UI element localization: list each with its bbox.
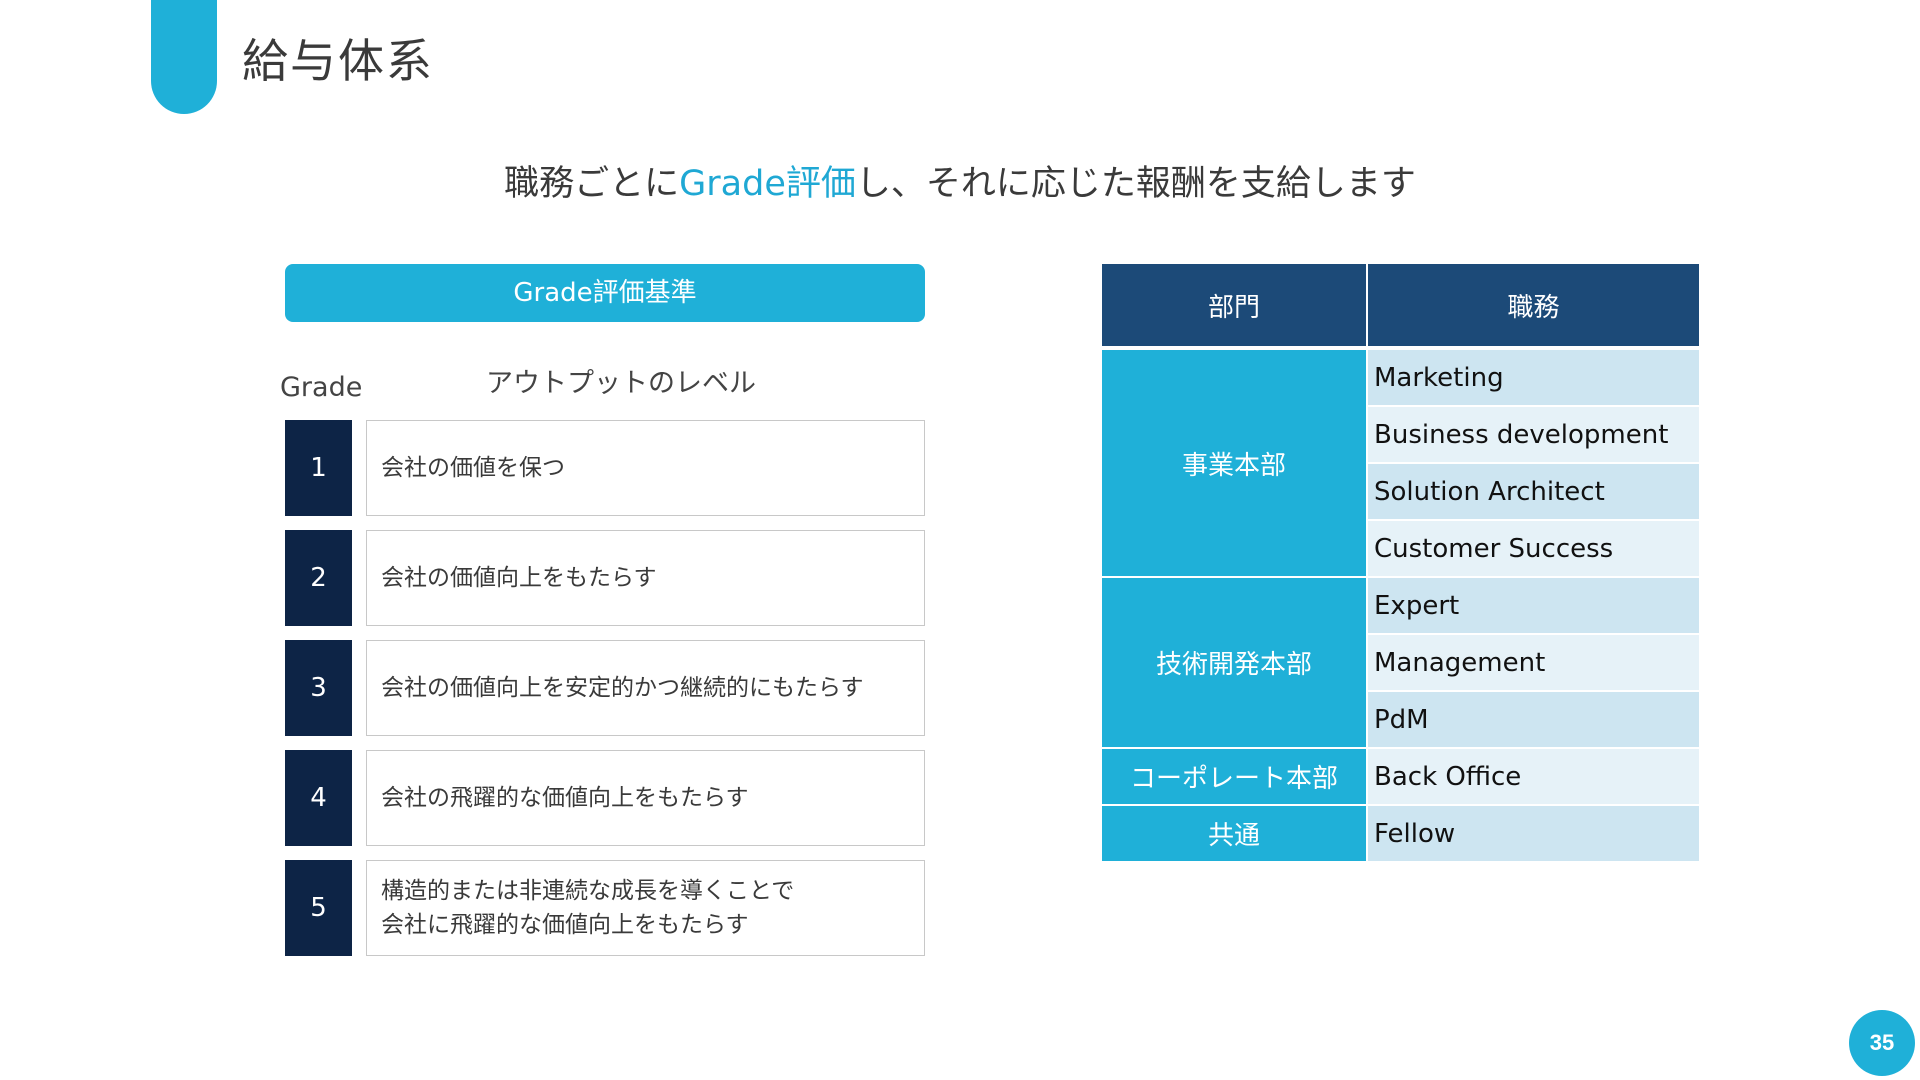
grade-description-line: 会社の価値向上を安定的かつ継続的にもたらす: [381, 675, 864, 701]
page-subtitle: 職務ごとにGrade評価し、それに応じた報酬を支給します: [0, 158, 1920, 210]
grade-row: 2 会社の価値向上をもたらす: [285, 530, 926, 626]
department-cell: 技術開発本部: [1102, 578, 1368, 749]
grade-criteria-header: Grade評価基準: [285, 264, 925, 322]
subtitle-highlight: Grade評価: [679, 164, 856, 204]
grade-description: 会社の価値向上を安定的かつ継続的にもたらす: [366, 640, 925, 736]
subtitle-text-before: 職務ごとに: [504, 164, 680, 204]
job-cell: Business development: [1368, 407, 1699, 464]
grade-list: 1 会社の価値を保つ 2 会社の価値向上をもたらす 3 会社の価値向上を安定的かつ継続的に…: [285, 420, 926, 970]
subtitle-text-after: し、それに応じた報酬を支給します: [855, 164, 1416, 204]
grade-description: 構造的または非連続な成長を導くことで 会社に飛躍的な価値向上をもたらす: [366, 860, 925, 956]
grade-row: 1 会社の価値を保つ: [285, 420, 926, 516]
page-title: 給与体系: [242, 34, 434, 88]
job-cell: Customer Success: [1368, 521, 1699, 578]
table-header-row: 部門 職務: [1102, 264, 1699, 346]
grade-description-line: 構造的または非連続な成長を導くことで: [381, 878, 795, 904]
job-cell: Management: [1368, 635, 1699, 692]
output-level-column-label: アウトプットのレベル: [486, 368, 756, 399]
department-cell: 事業本部: [1102, 350, 1368, 578]
department-cell: 共通: [1102, 806, 1368, 863]
table-row: 共通 Fellow: [1102, 806, 1699, 863]
department-header: 部門: [1102, 264, 1368, 346]
title-accent-tab: [151, 0, 217, 114]
job-header: 職務: [1368, 264, 1699, 346]
job-cell: Back Office: [1368, 749, 1699, 806]
job-cell: Fellow: [1368, 806, 1699, 863]
grade-description-line: 会社の価値を保つ: [381, 455, 565, 481]
grade-number: 4: [285, 750, 352, 846]
grade-description-line: 会社の飛躍的な価値向上をもたらす: [381, 785, 749, 811]
department-cell: コーポレート本部: [1102, 749, 1368, 806]
table-row: 技術開発本部 Expert: [1102, 578, 1699, 749]
grade-column-label: Grade: [280, 372, 363, 403]
job-cell: Solution Architect: [1368, 464, 1699, 521]
grade-row: 3 会社の価値向上を安定的かつ継続的にもたらす: [285, 640, 926, 736]
grade-number: 3: [285, 640, 352, 736]
grade-number: 5: [285, 860, 352, 956]
department-role-table: 部門 職務 事業本部 Marketing Business development S…: [1102, 264, 1699, 863]
job-cell: Expert: [1368, 578, 1699, 635]
table-row: コーポレート本部 Back Office: [1102, 749, 1699, 806]
grade-description-line: 会社の価値向上をもたらす: [381, 565, 657, 591]
grade-description-line: 会社に飛躍的な価値向上をもたらす: [381, 912, 749, 938]
job-cell: Marketing: [1368, 350, 1699, 407]
grade-description: 会社の価値を保つ: [366, 420, 925, 516]
grade-number: 2: [285, 530, 352, 626]
grade-description: 会社の飛躍的な価値向上をもたらす: [366, 750, 925, 846]
job-cell: PdM: [1368, 692, 1699, 749]
grade-number: 1: [285, 420, 352, 516]
grade-row: 4 会社の飛躍的な価値向上をもたらす: [285, 750, 926, 846]
table-row: 事業本部 Marketing: [1102, 350, 1699, 578]
grade-description: 会社の価値向上をもたらす: [366, 530, 925, 626]
role-table-body: 事業本部 Marketing Business development Solutio…: [1102, 350, 1699, 863]
page-number-badge: 35: [1849, 1010, 1915, 1076]
grade-row: 5 構造的または非連続な成長を導くことで 会社に飛躍的な価値向上をもたらす: [285, 860, 926, 956]
